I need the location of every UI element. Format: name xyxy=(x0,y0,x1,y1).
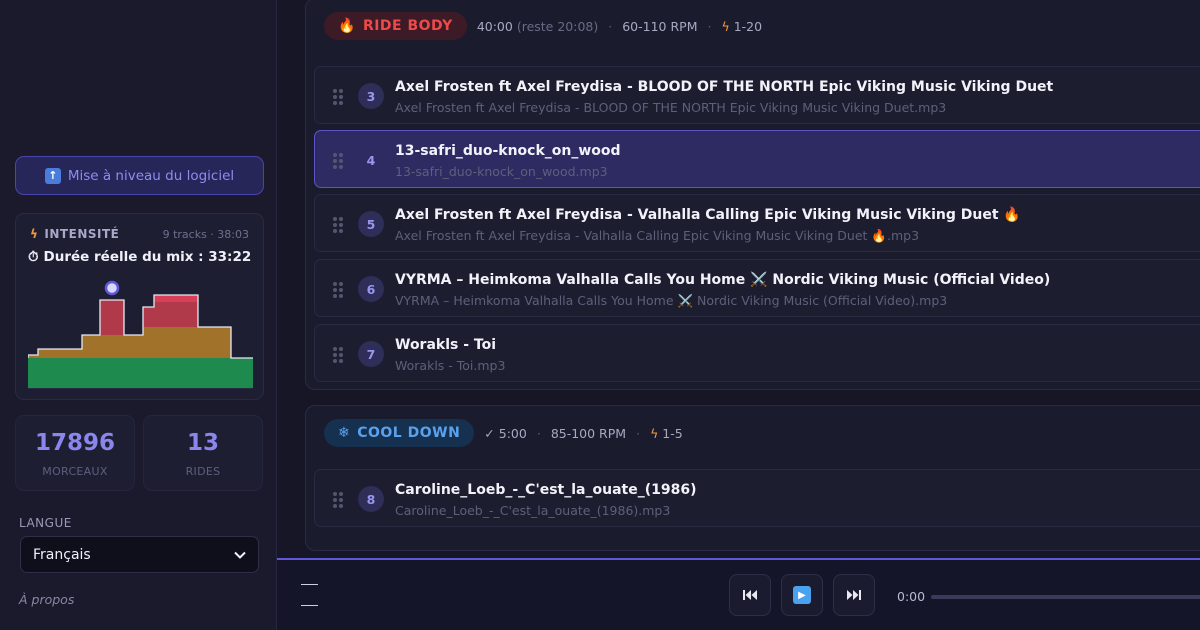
play-icon: ▶ xyxy=(793,586,811,604)
section-header: 🔥 RIDE BODY 40:00 (reste 20:08) · 60-110… xyxy=(324,12,762,40)
track-row[interactable]: 3 Axel Frosten ft Axel Freydisa - BLOOD … xyxy=(314,66,1200,124)
track-number: 8 xyxy=(358,486,384,512)
drag-handle-icon[interactable] xyxy=(333,282,343,298)
chevron-down-icon xyxy=(234,551,246,559)
drag-handle-icon[interactable] xyxy=(333,89,343,105)
stat-rides-label: RIDES xyxy=(185,465,221,478)
intensity-card: ϟ INTENSITÉ 9 tracks · 38:03 ⏱ Durée rée… xyxy=(15,213,264,400)
arrow-up-icon: ↑ xyxy=(44,167,61,184)
track-title: VYRMA – Heimkoma Valhalla Calls You Home… xyxy=(395,272,1051,288)
mix-duration-label: Durée réelle du mix : 33:22 xyxy=(43,249,252,265)
intensity-title: INTENSITÉ xyxy=(44,227,120,241)
stat-tracks-value: 17896 xyxy=(34,430,116,456)
track-title: Worakls - Toi xyxy=(395,337,497,353)
next-button[interactable] xyxy=(833,574,875,616)
track-title: Axel Frosten ft Axel Freydisa - Valhalla… xyxy=(395,207,1021,223)
stat-tracks: 17896 MORCEAUX xyxy=(15,415,135,491)
zone-green-area xyxy=(28,358,253,389)
section-rpm: 85-100 RPM xyxy=(550,425,627,441)
zone-orange-area xyxy=(28,327,253,358)
track-number: 6 xyxy=(358,276,384,302)
section-pill[interactable]: 🔥 RIDE BODY xyxy=(324,12,467,40)
about-link[interactable]: À propos xyxy=(19,592,74,607)
current-time: 0:00 xyxy=(897,589,926,604)
section-rpm: 60-110 RPM xyxy=(622,18,698,34)
intensity-range: 1-5 xyxy=(662,425,683,441)
menu-lines-icon[interactable] xyxy=(301,584,319,626)
track-row-active[interactable]: 4 13-safri_duo-knock_on_wood 13-safri_du… xyxy=(314,130,1200,188)
drag-handle-icon[interactable] xyxy=(333,347,343,363)
zone-pink-top xyxy=(154,295,198,302)
main-content: 🔥 RIDE BODY 40:00 (reste 20:08) · 60-110… xyxy=(277,0,1200,558)
remaining-time: (reste 20:08) xyxy=(516,18,599,34)
track-row[interactable]: 7 Worakls - Toi Worakls - Toi.mp3 xyxy=(314,324,1200,382)
language-label: LANGUE xyxy=(19,516,72,530)
current-position-marker xyxy=(104,280,120,296)
separator: · xyxy=(536,425,541,441)
section-intensity: ϟ 1-5 xyxy=(650,426,683,441)
track-row[interactable]: 6 VYRMA – Heimkoma Valhalla Calls You Ho… xyxy=(314,259,1200,317)
drag-handle-icon[interactable] xyxy=(333,153,343,169)
track-filename: Axel Frosten ft Axel Freydisa - BLOOD OF… xyxy=(395,100,947,115)
section-pill[interactable]: ❄ COOL DOWN xyxy=(324,419,475,447)
intensity-title-group: ϟ INTENSITÉ xyxy=(30,227,119,241)
skip-previous-icon xyxy=(743,590,757,600)
track-row[interactable]: 5 Axel Frosten ft Axel Freydisa - Valhal… xyxy=(314,194,1200,252)
skip-next-icon xyxy=(847,590,861,600)
track-number: 3 xyxy=(358,83,384,109)
separator: · xyxy=(707,18,712,34)
section-label: RIDE BODY xyxy=(362,18,453,34)
track-title: Caroline_Loeb_-_C'est_la_ouate_(1986) xyxy=(395,482,697,498)
track-title: Axel Frosten ft Axel Freydisa - BLOOD OF… xyxy=(395,79,1054,95)
section-duration: 40:00 (reste 20:08) xyxy=(477,19,598,34)
track-filename: 13-safri_duo-knock_on_wood.mp3 xyxy=(395,164,608,179)
timer-icon: ⏱ xyxy=(28,249,39,265)
flame-icon: 🔥 xyxy=(338,18,356,34)
play-button[interactable]: ▶ xyxy=(781,574,823,616)
track-number: 5 xyxy=(358,211,384,237)
drag-handle-icon[interactable] xyxy=(333,217,343,233)
previous-button[interactable] xyxy=(729,574,771,616)
track-title: 13-safri_duo-knock_on_wood xyxy=(395,143,621,159)
section-header: ❄ COOL DOWN ✓ 5:00 · 85-100 RPM · ϟ 1-5 xyxy=(324,419,683,447)
separator: · xyxy=(636,425,641,441)
stat-rides: 13 RIDES xyxy=(143,415,263,491)
mix-duration: ⏱ Durée réelle du mix : 33:22 xyxy=(28,249,251,265)
track-row[interactable]: 8 Caroline_Loeb_-_C'est_la_ouate_(1986) … xyxy=(314,469,1200,527)
section-label: COOL DOWN xyxy=(357,425,461,441)
section-ride-body: 🔥 RIDE BODY 40:00 (reste 20:08) · 60-110… xyxy=(305,0,1200,390)
upgrade-label: Mise à niveau du logiciel xyxy=(67,167,235,184)
bolt-icon: ϟ xyxy=(721,18,730,34)
snowflake-icon: ❄ xyxy=(338,425,351,441)
app: ↑ Mise à niveau du logiciel ϟ INTENSITÉ … xyxy=(0,0,1200,630)
upgrade-software-button[interactable]: ↑ Mise à niveau du logiciel xyxy=(15,156,264,195)
bolt-icon: ϟ xyxy=(30,227,39,241)
bolt-icon: ϟ xyxy=(650,425,659,441)
player-bar: ▶ 0:00 xyxy=(277,558,1200,630)
track-filename: Caroline_Loeb_-_C'est_la_ouate_(1986).mp… xyxy=(395,503,671,518)
sidebar: ↑ Mise à niveau du logiciel ϟ INTENSITÉ … xyxy=(0,0,277,630)
intensity-header: ϟ INTENSITÉ 9 tracks · 38:03 xyxy=(30,227,249,241)
stat-tracks-label: MORCEAUX xyxy=(42,465,108,478)
track-filename: Worakls - Toi.mp3 xyxy=(395,358,506,373)
track-filename: VYRMA – Heimkoma Valhalla Calls You Home… xyxy=(395,293,948,308)
language-value: Français xyxy=(33,546,91,563)
track-filename: Axel Frosten ft Axel Freydisa - Valhalla… xyxy=(395,228,920,243)
duration-value: 40:00 xyxy=(476,18,513,34)
intensity-meta: 9 tracks · 38:03 xyxy=(162,227,249,241)
section-intensity: ϟ 1-20 xyxy=(721,19,762,34)
progress-bar[interactable] xyxy=(931,595,1200,599)
intensity-chart[interactable] xyxy=(28,276,253,389)
stat-rides-value: 13 xyxy=(186,430,219,456)
intensity-range: 1-20 xyxy=(733,18,763,34)
separator: · xyxy=(608,18,613,34)
track-number: 7 xyxy=(358,341,384,367)
track-number: 4 xyxy=(366,152,376,168)
section-duration: ✓ 5:00 xyxy=(484,425,527,441)
language-select[interactable]: Français xyxy=(20,536,259,573)
drag-handle-icon[interactable] xyxy=(333,492,343,508)
section-cool-down: ❄ COOL DOWN ✓ 5:00 · 85-100 RPM · ϟ 1-5 … xyxy=(305,405,1200,551)
